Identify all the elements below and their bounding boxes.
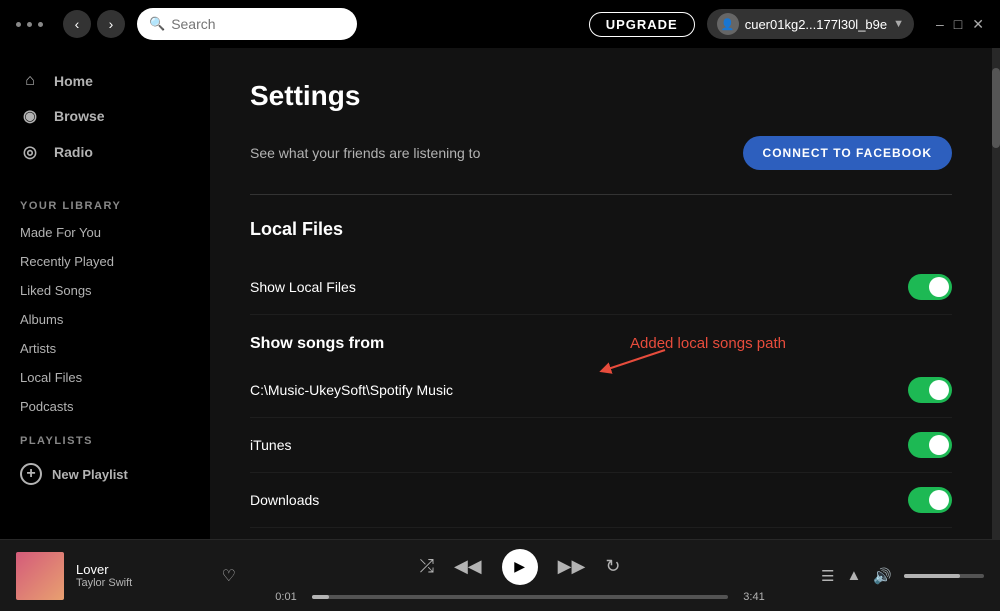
sidebar-item-home[interactable]: ⌂ Home (0, 64, 210, 98)
path-3-toggle[interactable] (908, 487, 952, 513)
nav-arrows: ‹ › (63, 10, 125, 38)
browse-icon: ◉ (20, 106, 40, 126)
new-playlist-button[interactable]: + New Playlist (0, 453, 210, 495)
now-playing: Lover Taylor Swift ♡ (16, 552, 236, 600)
progress-row: 0:01 3:41 (270, 591, 770, 603)
sidebar: ⌂ Home ◉ Browse ◎ Radio YOUR LIBRARY Mad… (0, 48, 210, 539)
local-files-heading: Local Files (250, 219, 952, 240)
path-row-4: Music Library (250, 528, 952, 539)
sidebar-item-albums[interactable]: Albums (0, 305, 210, 334)
album-art-image (16, 552, 64, 600)
home-icon: ⌂ (20, 72, 40, 90)
friend-activity-text: See what your friends are listening to (250, 145, 480, 161)
path-1-toggle[interactable] (908, 377, 952, 403)
shuffle-button[interactable]: ⤮ (420, 556, 434, 577)
library-label: YOUR LIBRARY (0, 186, 210, 218)
plus-icon: + (20, 463, 42, 485)
sidebar-item-browse[interactable]: ◉ Browse (0, 98, 210, 134)
volume-bar[interactable] (904, 574, 984, 578)
path-2-toggle[interactable] (908, 432, 952, 458)
back-button[interactable]: ‹ (63, 10, 91, 38)
browse-label: Browse (54, 108, 105, 124)
search-icon: 🔍 (149, 16, 165, 32)
path-label-3: Downloads (250, 492, 319, 508)
content-area: Settings See what your friends are liste… (210, 48, 992, 539)
show-local-files-label: Show Local Files (250, 279, 356, 295)
player-controls: ⤮ ◀◀ ▶ ▶▶ ↻ 0:01 3:41 (252, 549, 788, 603)
track-info: Lover Taylor Swift (76, 562, 210, 589)
sidebar-item-made-for-you[interactable]: Made For You (0, 218, 210, 247)
search-input[interactable] (171, 16, 345, 32)
current-time: 0:01 (270, 591, 302, 603)
scrollbar-thumb[interactable] (992, 68, 1000, 148)
annotation-arrow (595, 345, 675, 375)
window-controls: – □ ✕ (936, 16, 984, 33)
like-button[interactable]: ♡ (222, 566, 236, 586)
path-label-1: C:\Music-UkeySoft\Spotify Music (250, 382, 453, 398)
scrollbar-track[interactable] (992, 48, 1000, 539)
forward-button[interactable]: › (97, 10, 125, 38)
connect-facebook-button[interactable]: CONNECT TO FACEBOOK (743, 136, 952, 170)
main-layout: ⌂ Home ◉ Browse ◎ Radio YOUR LIBRARY Mad… (0, 48, 1000, 539)
progress-fill (312, 595, 329, 599)
user-menu[interactable]: 👤 cuer01kg2...177l30l_b9e ▼ (707, 9, 914, 39)
chevron-down-icon: ▼ (893, 18, 904, 30)
next-button[interactable]: ▶▶ (558, 556, 586, 577)
play-button[interactable]: ▶ (502, 549, 538, 585)
username: cuer01kg2...177l30l_b9e (745, 17, 887, 32)
user-icon: 👤 (717, 13, 739, 35)
sidebar-item-radio[interactable]: ◎ Radio (0, 134, 210, 170)
right-controls: ☰ ▲ 🔊 (804, 567, 984, 585)
radio-label: Radio (54, 144, 93, 160)
page-title: Settings (250, 80, 952, 112)
radio-icon: ◎ (20, 142, 40, 162)
track-name: Lover (76, 562, 210, 577)
friend-activity-row: See what your friends are listening to C… (250, 136, 952, 195)
upgrade-button[interactable]: UPGRADE (589, 12, 695, 37)
new-playlist-label: New Playlist (52, 467, 128, 482)
path-row-2: iTunes (250, 418, 952, 473)
close-button[interactable]: ✕ (972, 16, 984, 33)
show-local-files-toggle[interactable] (908, 274, 952, 300)
sidebar-item-podcasts[interactable]: Podcasts (0, 392, 210, 421)
path-label-2: iTunes (250, 437, 292, 453)
sidebar-item-recently-played[interactable]: Recently Played (0, 247, 210, 276)
queue-button[interactable]: ☰ (821, 567, 834, 585)
volume-icon: 🔊 (873, 567, 892, 585)
show-local-files-row: Show Local Files (250, 260, 952, 315)
bottom-player: Lover Taylor Swift ♡ ⤮ ◀◀ ▶ ▶▶ ↻ 0:01 3:… (0, 539, 1000, 611)
maximize-button[interactable]: □ (954, 16, 962, 32)
sidebar-item-artists[interactable]: Artists (0, 334, 210, 363)
search-bar[interactable]: 🔍 (137, 8, 357, 40)
sidebar-item-liked-songs[interactable]: Liked Songs (0, 276, 210, 305)
previous-button[interactable]: ◀◀ (454, 556, 482, 577)
sidebar-nav: ⌂ Home ◉ Browse ◎ Radio (0, 48, 210, 186)
volume-fill (904, 574, 960, 578)
app-menu[interactable] (16, 22, 43, 27)
path-row-3: Downloads (250, 473, 952, 528)
album-art (16, 552, 64, 600)
devices-button[interactable]: ▲ (846, 567, 861, 584)
total-time: 3:41 (738, 591, 770, 603)
track-artist: Taylor Swift (76, 577, 210, 589)
sidebar-item-local-files[interactable]: Local Files (0, 363, 210, 392)
minimize-button[interactable]: – (936, 16, 944, 32)
repeat-button[interactable]: ↻ (605, 556, 620, 577)
control-buttons: ⤮ ◀◀ ▶ ▶▶ ↻ (420, 549, 621, 585)
playlists-label: PLAYLISTS (0, 421, 210, 453)
home-label: Home (54, 73, 93, 89)
topbar: ‹ › 🔍 UPGRADE 👤 cuer01kg2...177l30l_b9e … (0, 0, 1000, 48)
progress-bar[interactable] (312, 595, 728, 599)
